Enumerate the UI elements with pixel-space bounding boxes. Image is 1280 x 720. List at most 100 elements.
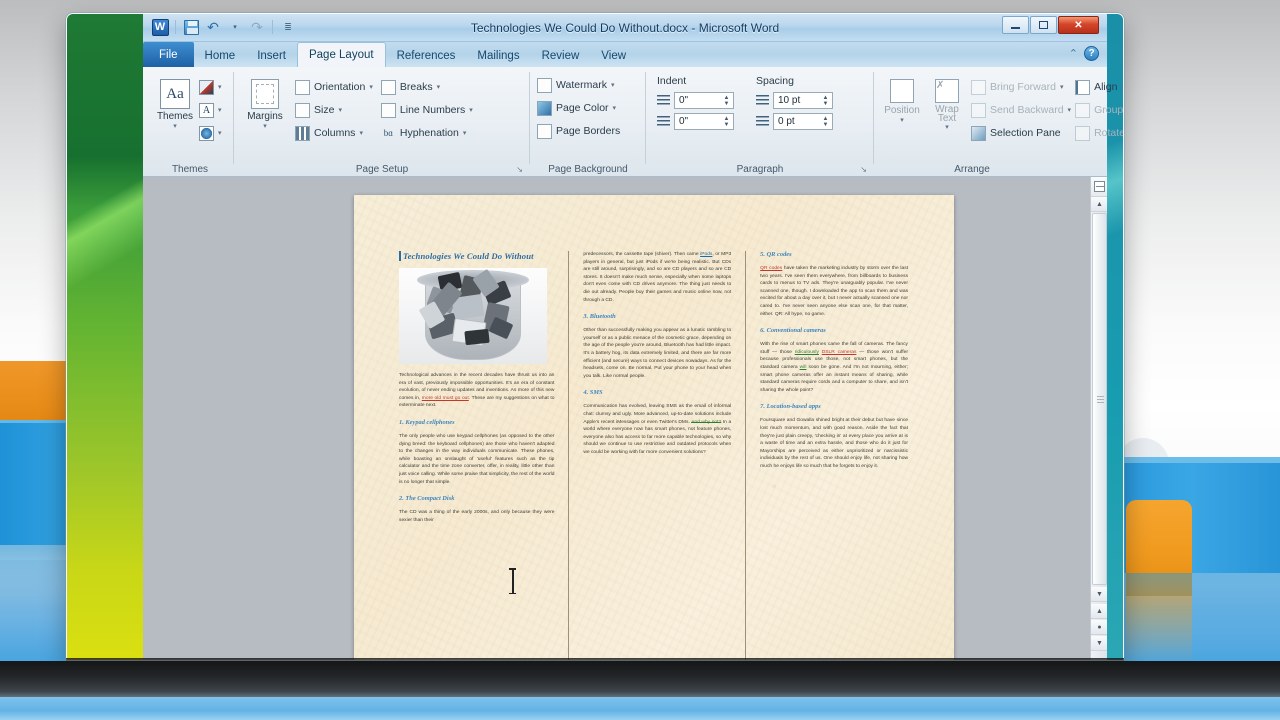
group-button[interactable]: Group ▾ (1075, 100, 1124, 120)
quick-access-toolbar[interactable]: W ↶ ▾ ↷ ≣ (150, 17, 298, 37)
rotate-label: Rotate (1094, 127, 1124, 139)
save-icon[interactable] (181, 17, 201, 37)
ribbon-group-themes: Aa Themes ▾ ▾ A ▾ ▾ (149, 67, 231, 177)
customize-qat-icon[interactable]: ≣ (278, 17, 298, 37)
indent-right-input[interactable]: 0"▲▼ (674, 113, 734, 130)
next-page-button[interactable]: ▼ (1091, 636, 1107, 651)
align-button[interactable]: Align ▾ (1075, 77, 1124, 97)
line-numbers-label: Line Numbers (400, 104, 465, 116)
tab-insert[interactable]: Insert (246, 45, 297, 67)
columns-icon (295, 126, 310, 141)
theme-effects-caret-icon: ▾ (218, 129, 222, 137)
document-page[interactable]: Technologies We Could Do Without Technol… (354, 195, 954, 661)
group-icon (1075, 103, 1090, 118)
undo-dropdown-icon[interactable]: ▾ (225, 17, 245, 37)
group-label-page-background: Page Background (533, 164, 643, 175)
maximize-button[interactable] (1030, 16, 1057, 34)
columns-caret-icon: ▾ (359, 129, 363, 137)
group-label: Group (1094, 104, 1123, 116)
breaks-label: Breaks (400, 81, 433, 93)
theme-colors-button[interactable]: ▾ (199, 77, 222, 97)
page-borders-label: Page Borders (556, 125, 620, 137)
margins-caret-icon: ▾ (263, 122, 267, 130)
tab-review[interactable]: Review (531, 45, 591, 67)
word-logo-icon[interactable]: W (150, 17, 170, 37)
undo-icon[interactable]: ↶ (203, 17, 223, 37)
vertical-scrollbar[interactable]: ▲ ▼ ▲ ● ▼ (1090, 177, 1107, 661)
column-divider-1 (568, 251, 569, 660)
hyphenation-button[interactable]: bɑ Hyphenation ▾ (381, 123, 473, 143)
document-heading: 6. Conventional cameras (760, 327, 908, 334)
rotate-button[interactable]: Rotate ▾ (1075, 123, 1124, 143)
title-bar[interactable]: Technologies We Could Do Without.docx - … (143, 14, 1107, 42)
themes-button[interactable]: Aa Themes ▾ (155, 75, 195, 143)
group-label-paragraph: Paragraph (649, 164, 871, 175)
theme-fonts-button[interactable]: A ▾ (199, 100, 222, 120)
document-title: Technologies We Could Do Without (399, 251, 554, 261)
scrollbar-thumb[interactable] (1092, 213, 1107, 585)
redo-icon[interactable]: ↷ (247, 17, 267, 37)
document-column-3: 5. QR codes QR codes have taken the mark… (752, 251, 916, 660)
page-borders-button[interactable]: Page Borders (537, 121, 620, 141)
size-caret-icon: ▾ (338, 106, 342, 114)
orientation-button[interactable]: Orientation ▾ (295, 77, 373, 97)
scroll-up-button[interactable]: ▲ (1091, 197, 1107, 212)
minimize-button[interactable] (1002, 16, 1029, 34)
indent-left-icon (657, 95, 670, 107)
group-label-arrange: Arrange (877, 164, 1067, 175)
margins-button-label: Margins (247, 111, 283, 122)
tab-home[interactable]: Home (194, 45, 247, 67)
word-window: Technologies We Could Do Without.docx - … (66, 13, 1124, 661)
paragraph-dialog-launcher[interactable]: ↘ (860, 165, 867, 174)
margins-button[interactable]: Margins ▾ (243, 75, 287, 143)
indent-right-stepper[interactable]: ▲▼ (721, 114, 732, 129)
theme-effects-button[interactable]: ▾ (199, 123, 222, 143)
position-button[interactable]: Position ▾ (881, 75, 923, 143)
orientation-caret-icon: ▾ (369, 83, 373, 91)
indent-left-stepper[interactable]: ▲▼ (721, 93, 732, 108)
indent-heading: Indent (657, 75, 734, 87)
minimize-ribbon-icon[interactable]: ⌃ (1069, 47, 1078, 60)
tab-references[interactable]: References (386, 45, 467, 67)
view-ruler-button[interactable] (1091, 177, 1107, 197)
watermark-label: Watermark (556, 79, 607, 91)
ribbon-tabs[interactable]: File Home Insert Page Layout References … (143, 42, 637, 67)
close-button[interactable]: ✕ (1058, 16, 1099, 34)
ribbon-tab-strip[interactable]: File Home Insert Page Layout References … (143, 42, 1107, 67)
page-color-icon (537, 101, 552, 116)
bring-forward-button[interactable]: Bring Forward ▾ (971, 77, 1071, 97)
wrap-text-button[interactable]: ✗ WrapText ▾ (927, 75, 967, 143)
spacing-before-stepper[interactable]: ▲▼ (820, 93, 831, 108)
scroll-down-button[interactable]: ▼ (1091, 587, 1107, 602)
ribbon-right-controls[interactable]: ⌃ ? (1069, 46, 1099, 61)
tab-page-layout[interactable]: Page Layout (297, 42, 386, 67)
selection-pane-button[interactable]: Selection Pane (971, 123, 1071, 143)
previous-page-button[interactable]: ▲ (1091, 604, 1107, 619)
spacing-after-stepper[interactable]: ▲▼ (820, 114, 831, 129)
columns-button[interactable]: Columns ▾ (295, 123, 373, 143)
document-canvas[interactable]: Technologies We Could Do Without Technol… (143, 177, 1107, 661)
document-image[interactable] (399, 268, 547, 364)
line-numbers-icon (381, 103, 396, 118)
group-separator-2 (529, 72, 530, 164)
tab-mailings[interactable]: Mailings (466, 45, 530, 67)
page-color-button[interactable]: Page Color ▾ (537, 98, 620, 118)
wrap-text-caret-icon: ▾ (945, 123, 949, 131)
tab-file[interactable]: File (143, 42, 194, 67)
document-paragraph: QR codes have taken the marketing indust… (760, 265, 908, 318)
ribbon-group-page-setup: Margins ▾ Orientation ▾ Size ▾ (237, 67, 527, 177)
document-heading: 2. The Compact Disk (399, 495, 554, 502)
tab-view[interactable]: View (590, 45, 637, 67)
watermark-button[interactable]: Watermark ▾ (537, 75, 620, 95)
breaks-button[interactable]: Breaks ▾ (381, 77, 473, 97)
line-numbers-button[interactable]: Line Numbers ▾ (381, 100, 473, 120)
spacing-before-input[interactable]: 10 pt▲▼ (773, 92, 833, 109)
send-backward-button[interactable]: Send Backward ▾ (971, 100, 1071, 120)
select-browse-object-button[interactable]: ● (1091, 620, 1107, 635)
help-icon[interactable]: ? (1084, 46, 1099, 61)
window-controls[interactable]: ✕ (1002, 16, 1099, 34)
size-button[interactable]: Size ▾ (295, 100, 373, 120)
spacing-after-input[interactable]: 0 pt▲▼ (773, 113, 833, 130)
indent-left-input[interactable]: 0"▲▼ (674, 92, 734, 109)
page-setup-dialog-launcher[interactable]: ↘ (516, 165, 523, 174)
